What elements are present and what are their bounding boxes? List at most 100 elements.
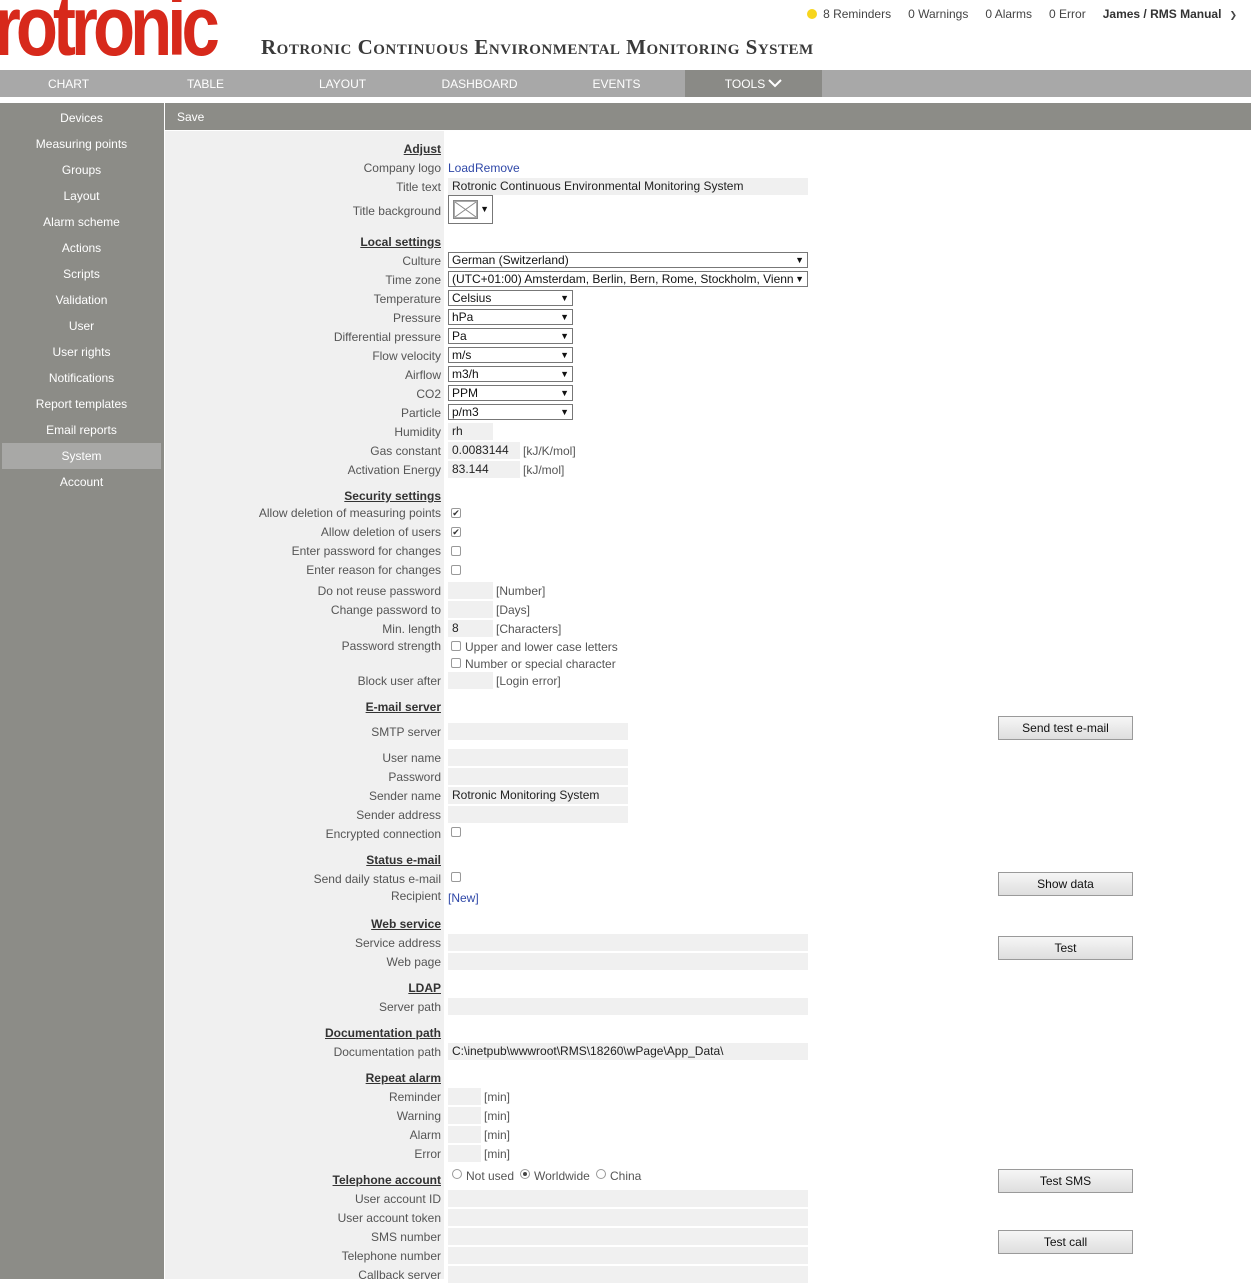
test-web-service-button[interactable]: Test bbox=[998, 936, 1133, 960]
tab-tools[interactable]: TOOLS bbox=[685, 70, 822, 97]
sms-number-input[interactable] bbox=[448, 1228, 808, 1245]
callback-server-label: Callback server bbox=[358, 1268, 441, 1282]
phone-china-label: China bbox=[610, 1169, 642, 1183]
telephone-number-input[interactable] bbox=[448, 1247, 808, 1264]
sidebar-item-layout[interactable]: Layout bbox=[2, 183, 161, 209]
test-call-button[interactable]: Test call bbox=[998, 1230, 1133, 1254]
title-background-label: Title background bbox=[352, 204, 441, 218]
sidebar-item-measuring-points[interactable]: Measuring points bbox=[2, 131, 161, 157]
diff-pressure-select[interactable]: Pa ▼ bbox=[448, 328, 573, 344]
app-title: Rotronic Continuous Environmental Monito… bbox=[261, 35, 814, 59]
change-password-input[interactable] bbox=[448, 601, 493, 618]
sender-address-input[interactable] bbox=[448, 806, 628, 823]
tab-chart[interactable]: CHART bbox=[0, 70, 137, 97]
load-logo-link[interactable]: Load bbox=[448, 161, 475, 175]
tab-layout[interactable]: LAYOUT bbox=[274, 70, 411, 97]
gas-constant-input[interactable]: 0.0083144 bbox=[448, 442, 520, 459]
flow-velocity-select[interactable]: m/s ▼ bbox=[448, 347, 573, 363]
alarms-link[interactable]: 0 Alarms bbox=[985, 7, 1032, 21]
reminders-link[interactable]: 8 Reminders bbox=[807, 7, 891, 21]
user-menu[interactable]: James / RMS Manual ❯ bbox=[1103, 7, 1237, 21]
daily-status-label: Send daily status e-mail bbox=[313, 872, 441, 886]
rotronic-logo[interactable]: rotronic bbox=[0, 0, 220, 68]
documentation-path-input[interactable]: C:\inetpub\wwwroot\RMS\18260\wPage\App_D… bbox=[448, 1043, 808, 1060]
remove-logo-link[interactable]: Remove bbox=[475, 161, 520, 175]
password-for-changes-checkbox[interactable] bbox=[451, 546, 461, 556]
culture-select[interactable]: German (Switzerland) ▼ bbox=[448, 252, 808, 268]
sidebar-item-validation[interactable]: Validation bbox=[2, 287, 161, 313]
title-background-color-picker[interactable]: ▼ bbox=[448, 195, 493, 224]
allow-delete-users-checkbox[interactable]: ✔ bbox=[451, 527, 461, 537]
errors-link[interactable]: 0 Error bbox=[1049, 7, 1086, 21]
section-security-settings: Security settings bbox=[344, 489, 441, 503]
humidity-input[interactable]: rh bbox=[448, 423, 493, 440]
phone-not-used-radio[interactable] bbox=[452, 1169, 462, 1179]
phone-china-radio[interactable] bbox=[596, 1169, 606, 1179]
email-user-name-input[interactable] bbox=[448, 749, 628, 766]
sidebar-item-user[interactable]: User bbox=[2, 313, 161, 339]
reason-for-changes-checkbox[interactable] bbox=[451, 565, 461, 575]
repeat-alarm-input[interactable] bbox=[448, 1126, 481, 1143]
status-bar: 8 Reminders 0 Warnings 0 Alarms 0 Error … bbox=[807, 7, 1237, 21]
section-status-email: Status e-mail bbox=[366, 853, 441, 867]
web-page-label: Web page bbox=[386, 955, 442, 969]
test-sms-button[interactable]: Test SMS bbox=[998, 1169, 1133, 1193]
phone-not-used-label: Not used bbox=[466, 1169, 515, 1183]
sidebar-item-user-rights[interactable]: User rights bbox=[2, 339, 161, 365]
callback-server-input[interactable] bbox=[448, 1266, 808, 1283]
password-for-changes-label: Enter password for changes bbox=[291, 544, 441, 558]
dropdown-arrow-icon: ▼ bbox=[558, 386, 569, 400]
pressure-select[interactable]: hPa ▼ bbox=[448, 309, 573, 325]
tab-events[interactable]: EVENTS bbox=[548, 70, 685, 97]
phone-worldwide-radio[interactable] bbox=[520, 1169, 530, 1179]
ldap-server-path-input[interactable] bbox=[448, 998, 808, 1015]
header: rotronic Rotronic Continuous Environment… bbox=[0, 0, 1251, 70]
title-text-input[interactable]: Rotronic Continuous Environmental Monito… bbox=[448, 178, 808, 195]
phone-worldwide-label: Worldwide bbox=[534, 1169, 590, 1183]
account-id-input[interactable] bbox=[448, 1190, 808, 1207]
sidebar-item-actions[interactable]: Actions bbox=[2, 235, 161, 261]
show-data-button[interactable]: Show data bbox=[998, 872, 1133, 896]
sidebar-item-scripts[interactable]: Scripts bbox=[2, 261, 161, 287]
timezone-select[interactable]: (UTC+01:00) Amsterdam, Berlin, Bern, Rom… bbox=[448, 271, 808, 287]
repeat-warning-input[interactable] bbox=[448, 1107, 481, 1124]
sidebar-item-report-templates[interactable]: Report templates bbox=[2, 391, 161, 417]
allow-delete-mp-checkbox[interactable]: ✔ bbox=[451, 508, 461, 518]
co2-select[interactable]: PPM ▼ bbox=[448, 385, 573, 401]
particle-select[interactable]: p/m3 ▼ bbox=[448, 404, 573, 420]
new-recipient-link[interactable]: [New] bbox=[448, 891, 479, 905]
sidebar-item-groups[interactable]: Groups bbox=[2, 157, 161, 183]
account-token-input[interactable] bbox=[448, 1209, 808, 1226]
special-char-checkbox[interactable] bbox=[451, 658, 461, 668]
upper-lower-label: Upper and lower case letters bbox=[465, 640, 618, 654]
save-button[interactable]: Save bbox=[177, 110, 204, 124]
no-reuse-password-input[interactable] bbox=[448, 582, 493, 599]
tab-dashboard[interactable]: DASHBOARD bbox=[411, 70, 548, 97]
upper-lower-checkbox[interactable] bbox=[451, 641, 461, 651]
web-page-input[interactable] bbox=[448, 953, 808, 970]
sidebar-item-system[interactable]: System bbox=[2, 443, 161, 469]
block-user-input[interactable] bbox=[448, 672, 493, 689]
repeat-reminder-input[interactable] bbox=[448, 1088, 481, 1105]
sender-name-input[interactable]: Rotronic Monitoring System bbox=[448, 787, 628, 804]
send-test-email-button[interactable]: Send test e-mail bbox=[998, 716, 1133, 740]
min-length-input[interactable]: 8 bbox=[448, 620, 493, 637]
sidebar-item-devices[interactable]: Devices bbox=[2, 105, 161, 131]
repeat-error-input[interactable] bbox=[448, 1145, 481, 1162]
tab-table[interactable]: TABLE bbox=[137, 70, 274, 97]
email-password-input[interactable] bbox=[448, 768, 628, 785]
warnings-link[interactable]: 0 Warnings bbox=[908, 7, 968, 21]
airflow-select[interactable]: m3/h ▼ bbox=[448, 366, 573, 382]
service-address-input[interactable] bbox=[448, 934, 808, 951]
culture-label: Culture bbox=[402, 254, 441, 268]
sidebar-item-email-reports[interactable]: Email reports bbox=[2, 417, 161, 443]
section-repeat-alarm: Repeat alarm bbox=[365, 1071, 441, 1085]
smtp-server-input[interactable] bbox=[448, 723, 628, 740]
sidebar-item-notifications[interactable]: Notifications bbox=[2, 365, 161, 391]
daily-status-checkbox[interactable] bbox=[451, 872, 461, 882]
sidebar-item-account[interactable]: Account bbox=[2, 469, 161, 495]
temperature-select[interactable]: Celsius ▼ bbox=[448, 290, 573, 306]
sidebar-item-alarm-scheme[interactable]: Alarm scheme bbox=[2, 209, 161, 235]
activation-energy-input[interactable]: 83.144 bbox=[448, 461, 520, 478]
encrypted-connection-checkbox[interactable] bbox=[451, 827, 461, 837]
